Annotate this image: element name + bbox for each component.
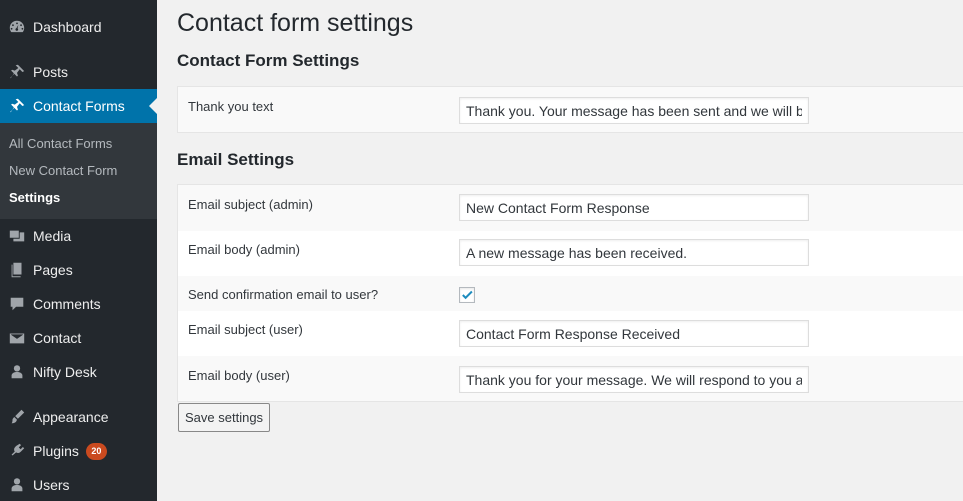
sidebar-item-label: Posts — [33, 64, 69, 80]
sidebar-item-label: Contact Forms — [33, 98, 125, 114]
email-body-user-input[interactable] — [459, 366, 809, 393]
contact-forms-submenu: All Contact Forms New Contact Form Setti… — [0, 123, 157, 219]
send-confirmation-checkbox[interactable] — [459, 287, 475, 303]
sidebar-item-label: Comments — [33, 296, 101, 312]
sidebar-item-label: Nifty Desk — [33, 364, 97, 380]
email-subject-admin-label: Email subject (admin) — [188, 197, 313, 212]
user-icon — [0, 355, 33, 389]
submenu-item-settings[interactable]: Settings — [0, 184, 157, 211]
media-icon — [0, 219, 33, 253]
sidebar-item-media[interactable]: Media — [0, 219, 157, 253]
admin-sidebar: Dashboard Posts Contact Forms All Contac… — [0, 0, 157, 501]
submenu-item-all-contact-forms[interactable]: All Contact Forms — [0, 130, 157, 157]
thank-you-text-label: Thank you text — [188, 99, 274, 114]
email-settings-heading: Email Settings — [177, 150, 295, 169]
plugin-icon — [0, 434, 33, 468]
sidebar-item-appearance[interactable]: Appearance — [0, 400, 157, 434]
pin-icon — [0, 55, 33, 89]
sidebar-item-label: Dashboard — [33, 19, 102, 35]
sidebar-item-comments[interactable]: Comments — [0, 287, 157, 321]
comment-icon — [0, 287, 33, 321]
plugins-update-badge: 20 — [85, 442, 107, 460]
page-title: Contact form settings — [177, 9, 414, 37]
email-subject-admin-input[interactable] — [459, 194, 809, 221]
contact-form-settings-heading: Contact Form Settings — [177, 51, 360, 70]
sidebar-item-label: Plugins — [33, 443, 79, 459]
email-subject-user-input[interactable] — [459, 320, 809, 347]
sidebar-item-label: Appearance — [33, 409, 109, 425]
sidebar-item-plugins[interactable]: Plugins 20 — [0, 434, 157, 468]
send-confirmation-label: Send confirmation email to user? — [188, 287, 379, 302]
email-icon — [0, 321, 33, 355]
pages-icon — [0, 253, 33, 287]
sidebar-item-pages[interactable]: Pages — [0, 253, 157, 287]
sidebar-item-contact-forms[interactable]: Contact Forms — [0, 89, 157, 123]
form-row: Send confirmation email to user? — [178, 276, 963, 311]
pin-icon — [0, 89, 33, 123]
sidebar-item-label: Contact — [33, 330, 82, 346]
save-settings-button[interactable]: Save settings — [178, 403, 271, 432]
email-body-user-label: Email body (user) — [188, 368, 290, 383]
contact-settings-table: Thank you text — [177, 86, 963, 133]
submenu-item-new-contact-form[interactable]: New Contact Form — [0, 157, 157, 184]
sidebar-item-users[interactable]: Users — [0, 468, 157, 501]
sidebar-item-dashboard[interactable]: Dashboard — [0, 10, 157, 44]
sidebar-item-contact[interactable]: Contact — [0, 321, 157, 355]
dashboard-icon — [0, 10, 33, 44]
form-row: Thank you text — [178, 87, 963, 132]
email-settings-table: Email subject (admin) Email body (admin)… — [177, 184, 963, 402]
email-body-admin-input[interactable] — [459, 239, 809, 266]
form-row: Email subject (user) — [178, 311, 963, 356]
users-icon — [0, 468, 33, 501]
form-row: Email subject (admin) — [178, 185, 963, 231]
thank-you-text-input[interactable] — [459, 97, 809, 124]
form-row: Email body (user) — [178, 356, 963, 401]
sidebar-item-label: Media — [33, 228, 72, 244]
paintbrush-icon — [0, 400, 33, 434]
checkmark-icon — [462, 290, 473, 300]
email-subject-user-label: Email subject (user) — [188, 322, 303, 337]
sidebar-item-posts[interactable]: Posts — [0, 55, 157, 89]
email-body-admin-label: Email body (admin) — [188, 242, 300, 257]
sidebar-item-label: Users — [33, 477, 70, 493]
sidebar-item-label: Pages — [33, 262, 73, 278]
sidebar-item-nifty-desk[interactable]: Nifty Desk — [0, 355, 157, 389]
form-row: Email body (admin) — [178, 231, 963, 276]
